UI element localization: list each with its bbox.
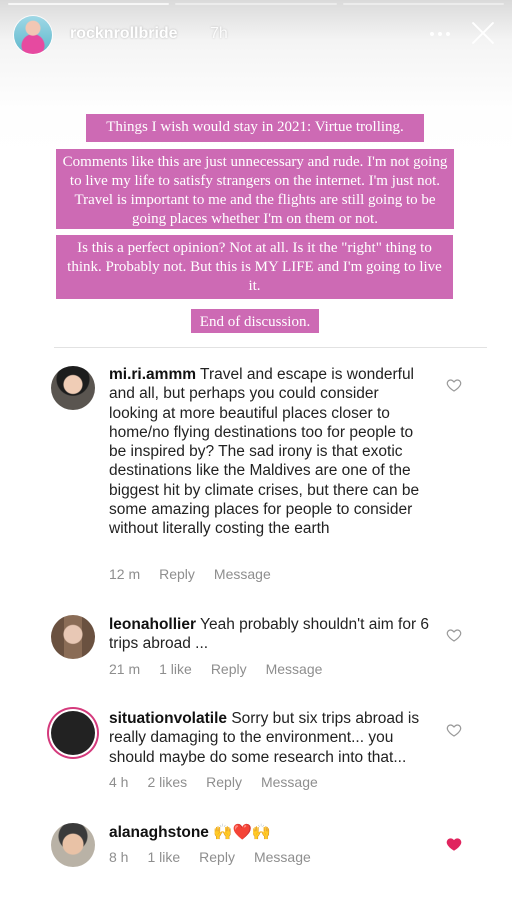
message-button[interactable]: Message	[266, 661, 323, 677]
story-time: 7h	[210, 25, 228, 42]
comment-time: 8 h	[109, 849, 129, 865]
story-progress-bar	[8, 3, 504, 5]
avatar[interactable]	[51, 711, 95, 755]
reply-button[interactable]: Reply	[206, 774, 242, 790]
comment-body: mi.ri.ammm Travel and escape is wonderfu…	[109, 365, 431, 539]
story-text-2: Comments like this are just unnecessary …	[56, 149, 454, 229]
profile-avatar[interactable]	[14, 16, 52, 54]
divider	[54, 347, 487, 348]
comment-text: 🙌❤️🙌	[213, 824, 272, 841]
story-header: rocknrollbride 7h	[14, 16, 498, 54]
close-icon[interactable]	[468, 18, 498, 48]
avatar[interactable]	[51, 366, 95, 410]
comment-meta: 4 h 2 likes Reply Message	[109, 774, 337, 790]
message-button[interactable]: Message	[261, 774, 318, 790]
reply-button[interactable]: Reply	[159, 566, 195, 582]
comment-username[interactable]: mi.ri.ammm	[109, 366, 196, 383]
comment-meta: 8 h 1 like Reply Message	[109, 849, 330, 865]
story-text-3: Is this a perfect opinion? Not at all. I…	[56, 235, 453, 299]
heart-icon[interactable]	[446, 722, 462, 738]
story-text-4: End of discussion.	[191, 309, 319, 333]
story-text-1: Things I wish would stay in 2021: Virtue…	[86, 114, 424, 142]
heart-icon[interactable]	[446, 377, 462, 393]
comment-time: 21 m	[109, 661, 141, 677]
reply-button[interactable]: Reply	[199, 849, 235, 865]
comment-body: alanaghstone 🙌❤️🙌	[109, 823, 431, 842]
comment-likes[interactable]: 2 likes	[147, 774, 187, 790]
message-button[interactable]: Message	[254, 849, 311, 865]
comment-time: 12 m	[109, 566, 141, 582]
comment-meta: 21 m 1 like Reply Message	[109, 661, 341, 677]
comment-time: 4 h	[109, 774, 129, 790]
progress-segment	[175, 3, 337, 5]
comment-username[interactable]: alanaghstone	[109, 824, 209, 841]
comment-meta: 12 m Reply Message	[109, 566, 290, 582]
comment-body: situationvolatile Sorry but six trips ab…	[109, 709, 431, 767]
comment-text: Travel and escape is wonderful and all, …	[109, 366, 420, 538]
avatar[interactable]	[51, 615, 95, 659]
comment-body: leonahollier Yeah probably shouldn't aim…	[109, 615, 431, 654]
progress-segment	[342, 3, 504, 5]
progress-segment	[8, 3, 170, 5]
message-button[interactable]: Message	[214, 566, 271, 582]
comment-username[interactable]: situationvolatile	[109, 710, 227, 727]
reply-button[interactable]: Reply	[211, 661, 247, 677]
heart-icon[interactable]	[446, 627, 462, 643]
avatar[interactable]	[51, 823, 95, 867]
heart-icon-liked[interactable]	[446, 836, 462, 852]
comment-username[interactable]: leonahollier	[109, 616, 196, 633]
more-options-icon[interactable]	[426, 20, 454, 48]
comment-likes[interactable]: 1 like	[147, 849, 180, 865]
story-username[interactable]: rocknrollbride	[70, 25, 178, 43]
comment-likes[interactable]: 1 like	[159, 661, 192, 677]
